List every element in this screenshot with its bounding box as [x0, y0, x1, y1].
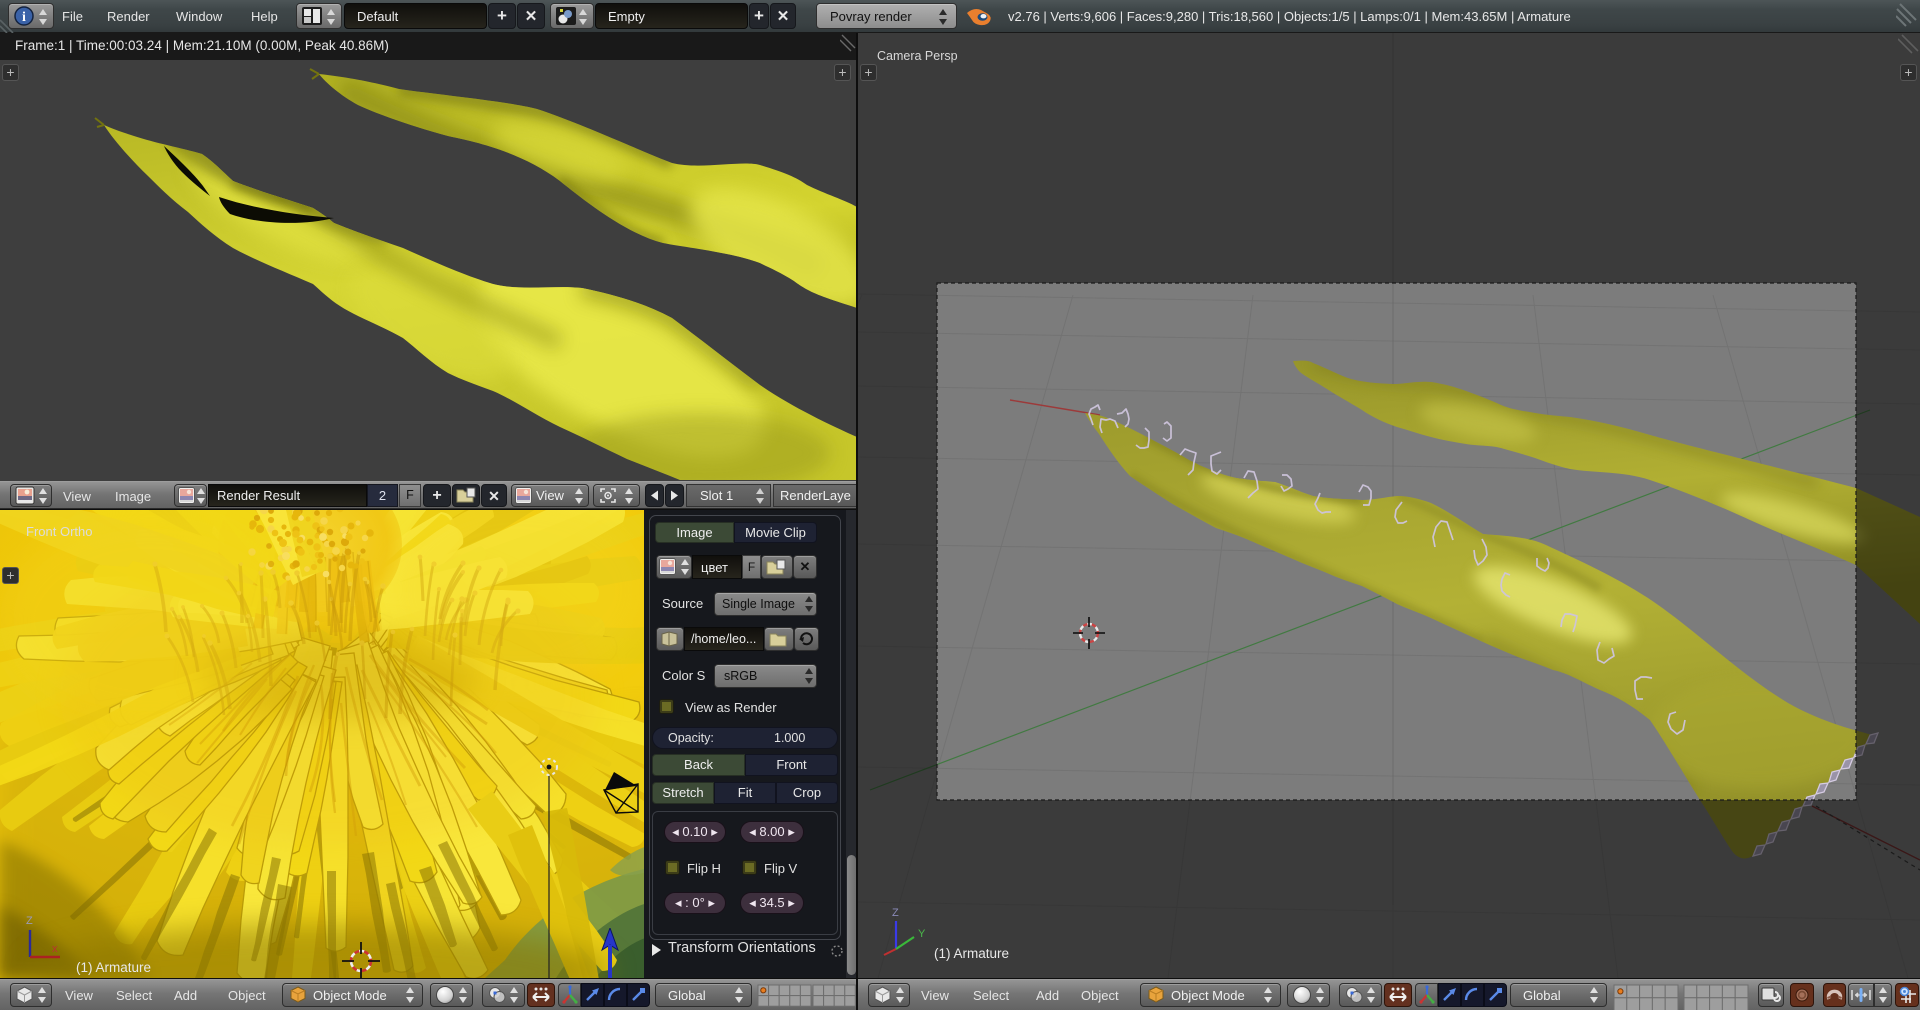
svg-text:Y: Y [918, 928, 926, 940]
svg-text:i: i [22, 10, 26, 25]
svg-text:x: x [52, 943, 58, 955]
svg-text:Z: Z [892, 907, 899, 919]
svg-text:Z: Z [26, 915, 33, 927]
